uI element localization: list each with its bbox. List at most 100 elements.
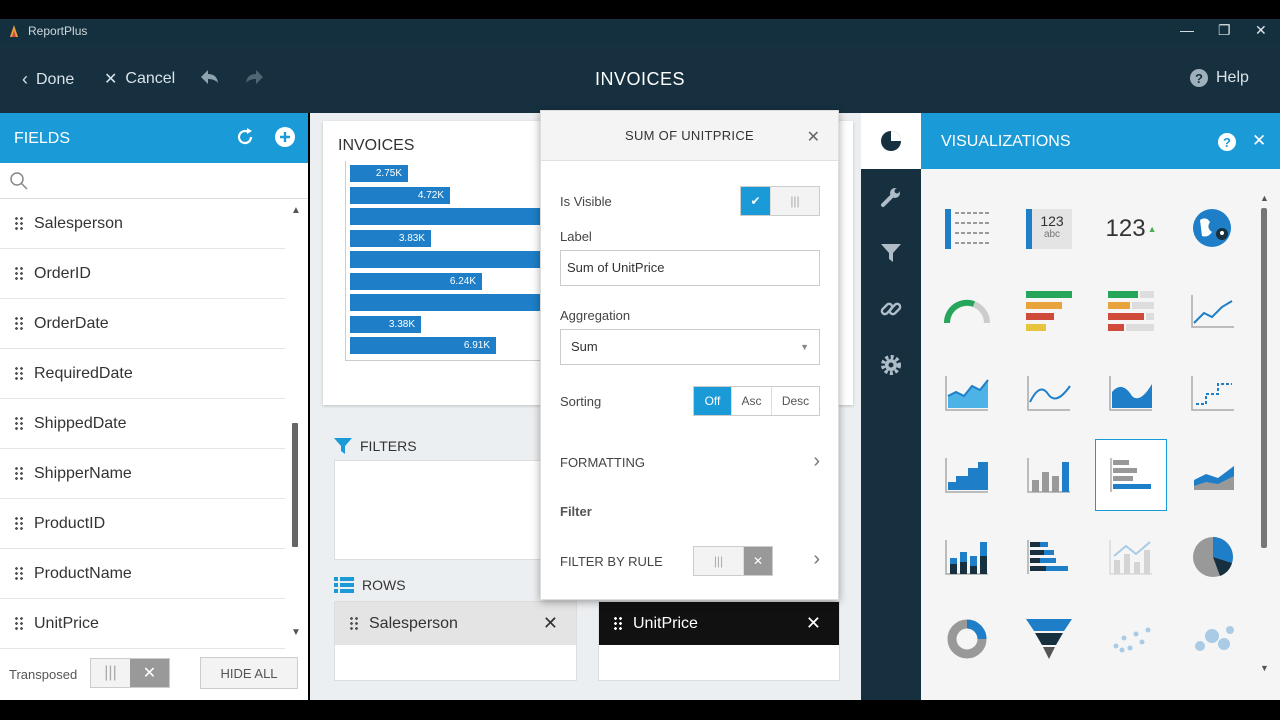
add-field-icon[interactable] — [275, 127, 295, 147]
spline-viz-option[interactable] — [1013, 357, 1085, 429]
kpi-viz-option[interactable]: 123 ▲ — [1095, 193, 1167, 265]
settings-tab[interactable] — [861, 337, 921, 393]
toggle-off-icon: ||| — [694, 547, 744, 575]
cancel-button[interactable]: ✕ Cancel — [104, 69, 175, 89]
step-line-viz-option[interactable] — [1177, 357, 1249, 429]
bullet-graph-viz-option[interactable] — [1013, 275, 1085, 347]
remove-icon[interactable]: ✕ — [543, 613, 558, 634]
fields-scrollbar[interactable] — [292, 423, 298, 547]
step-area-viz-option[interactable] — [931, 439, 1003, 511]
kpi-text-viz-option[interactable]: 123 abc — [1013, 193, 1085, 265]
scroll-down-icon[interactable]: ▼ — [291, 627, 301, 638]
bubble-icon — [1195, 626, 1234, 651]
wrench-icon — [881, 188, 900, 207]
row-pill-salesperson[interactable]: Salesperson ✕ — [335, 602, 576, 645]
visualizations-tab[interactable] — [861, 113, 921, 169]
bubble-viz-option[interactable] — [1177, 603, 1249, 675]
close-icon[interactable]: ✕ — [1252, 131, 1266, 151]
stacked-area-viz-option[interactable] — [1177, 439, 1249, 511]
refresh-icon[interactable] — [235, 127, 255, 147]
help-button[interactable]: ? Help — [1190, 69, 1249, 87]
label-input[interactable]: Sum of UnitPrice — [560, 250, 820, 286]
field-item[interactable]: UnitPrice — [0, 599, 285, 649]
link-icon — [880, 302, 902, 316]
drag-handle-icon[interactable] — [14, 615, 24, 632]
scroll-up-icon[interactable]: ▲ — [1260, 193, 1269, 203]
sort-asc-option[interactable]: Asc — [732, 387, 772, 415]
drag-handle-icon[interactable] — [14, 215, 24, 232]
field-item-label: ProductID — [34, 514, 106, 532]
field-item[interactable]: ProductID — [0, 499, 285, 549]
drag-handle-icon[interactable] — [613, 615, 623, 632]
drag-handle-icon[interactable] — [14, 515, 24, 532]
sparkline-viz-option[interactable] — [1177, 275, 1249, 347]
hide-all-button[interactable]: HIDE ALL — [200, 657, 298, 689]
filter-by-rule-toggle[interactable]: ||| ✕ — [693, 546, 773, 576]
transposed-toggle[interactable]: ||| ✕ — [90, 658, 170, 688]
filter-icon — [881, 244, 901, 262]
chevron-right-icon[interactable]: › — [813, 548, 820, 571]
close-icon[interactable]: ✕ — [807, 127, 820, 147]
formatting-label: FORMATTING — [560, 455, 645, 470]
stacked-column-viz-option[interactable] — [931, 521, 1003, 593]
sort-desc-option[interactable]: Desc — [772, 387, 819, 415]
spline-area-viz-option[interactable] — [1095, 357, 1167, 429]
funnel-viz-option[interactable] — [1013, 603, 1085, 675]
field-item[interactable]: OrderID — [0, 249, 285, 299]
redo-button[interactable] — [244, 69, 264, 85]
scroll-up-icon[interactable]: ▲ — [291, 205, 301, 216]
field-item[interactable]: ProductName — [0, 549, 285, 599]
value-pill-unitprice[interactable]: UnitPrice ✕ — [599, 602, 839, 645]
sorting-label: Sorting — [560, 394, 602, 409]
drag-handle-icon[interactable] — [14, 315, 24, 332]
gauge-viz-option[interactable] — [931, 275, 1003, 347]
field-item[interactable]: OrderDate — [0, 299, 285, 349]
scatter-viz-option[interactable] — [1095, 603, 1167, 675]
grid-viz-option[interactable] — [931, 193, 1003, 265]
doughnut-viz-option[interactable] — [931, 603, 1003, 675]
cancel-label: Cancel — [125, 70, 176, 87]
filters-drop-zone[interactable] — [334, 460, 544, 560]
filters-tab[interactable] — [861, 225, 921, 281]
pie-viz-option[interactable] — [1177, 521, 1249, 593]
sorting-selector[interactable]: Off Asc Desc — [693, 386, 820, 416]
drag-handle-icon[interactable] — [14, 415, 24, 432]
close-window-icon[interactable]: ✕ — [1255, 22, 1267, 39]
field-item[interactable]: Salesperson — [0, 199, 285, 249]
drag-handle-icon[interactable] — [349, 615, 359, 632]
field-search[interactable] — [0, 163, 308, 199]
drag-handle-icon[interactable] — [14, 565, 24, 582]
sort-off-option[interactable]: Off — [694, 387, 732, 415]
combo-viz-option[interactable] — [1095, 521, 1167, 593]
aggregation-select[interactable]: Sum ▼ — [560, 329, 820, 365]
settings-tools-tab[interactable] — [861, 169, 921, 225]
undo-button[interactable] — [200, 69, 220, 85]
done-button[interactable]: ‹ Done — [22, 69, 74, 90]
gauge-icon — [944, 299, 990, 324]
map-viz-option[interactable] — [1177, 193, 1249, 265]
drag-handle-icon[interactable] — [14, 465, 24, 482]
links-tab[interactable] — [861, 281, 921, 337]
visualizations-scrollbar[interactable] — [1261, 208, 1267, 548]
minimize-icon[interactable]: — — [1180, 22, 1194, 38]
drag-handle-icon[interactable] — [14, 265, 24, 282]
is-visible-label: Is Visible — [560, 194, 612, 209]
gauge-bars-viz-option[interactable] — [1095, 275, 1167, 347]
pie-chart-icon — [881, 131, 901, 151]
field-item[interactable]: ShipperName — [0, 449, 285, 499]
filter-by-rule-label: FILTER BY RULE — [560, 554, 663, 569]
area-line-viz-option[interactable] — [931, 357, 1003, 429]
drag-handle-icon[interactable] — [14, 365, 24, 382]
field-item[interactable]: ShippedDate — [0, 399, 285, 449]
is-visible-toggle[interactable]: ✔ ||| — [740, 186, 820, 216]
field-item[interactable]: RequiredDate — [0, 349, 285, 399]
help-icon[interactable]: ? — [1218, 133, 1236, 151]
restore-icon[interactable]: ❐ — [1218, 22, 1231, 39]
kpi-number: 123 — [1040, 213, 1064, 229]
bar-viz-option-selected[interactable] — [1095, 439, 1167, 511]
formatting-row[interactable]: FORMATTING › — [541, 441, 838, 483]
column-viz-option[interactable] — [1013, 439, 1085, 511]
stacked-bar-viz-option[interactable] — [1013, 521, 1085, 593]
scroll-down-icon[interactable]: ▼ — [1260, 663, 1269, 673]
remove-icon[interactable]: ✕ — [806, 613, 821, 634]
